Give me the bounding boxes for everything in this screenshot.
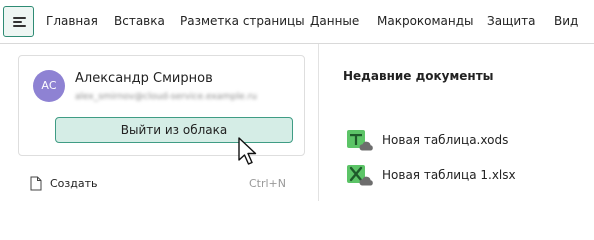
tab-view[interactable]: Вид (554, 14, 578, 28)
account-card: АС Александр Смирнов alex_smirnov@cloud-… (18, 55, 305, 156)
tab-home[interactable]: Главная (46, 14, 98, 28)
create-shortcut: Ctrl+N (248, 177, 286, 190)
create-label: Создать (50, 177, 98, 190)
recent-document-name: Новая таблица 1.xlsx (382, 168, 516, 182)
tab-data[interactable]: Данные (310, 14, 359, 28)
main-menu-button[interactable] (3, 6, 34, 37)
user-name: Александр Смирнов (75, 71, 213, 86)
create-menu-item[interactable]: Создать Ctrl+N (30, 176, 286, 192)
recent-documents-title: Недавние документы (343, 69, 494, 83)
recent-document-item[interactable]: Новая таблица.xods (346, 129, 576, 153)
new-file-icon (30, 176, 42, 191)
recent-document-name: Новая таблица.xods (382, 133, 509, 147)
pane-divider (318, 44, 319, 201)
tab-layout[interactable]: Разметка страницы (180, 14, 305, 28)
ribbon-tabbar: Главная Вставка Разметка страницы Данные… (0, 0, 594, 44)
tab-macros[interactable]: Макрокоманды (377, 14, 474, 28)
xods-spreadsheet-icon (347, 130, 373, 151)
user-email: alex_smirnov@cloud-service.example.ru (75, 92, 257, 102)
avatar: АС (33, 70, 65, 102)
mouse-pointer-icon (238, 137, 257, 165)
xlsx-spreadsheet-icon (347, 165, 373, 186)
tab-insert[interactable]: Вставка (114, 14, 165, 28)
recent-document-item[interactable]: Новая таблица 1.xlsx (346, 164, 576, 188)
tab-protect[interactable]: Защита (487, 14, 536, 28)
